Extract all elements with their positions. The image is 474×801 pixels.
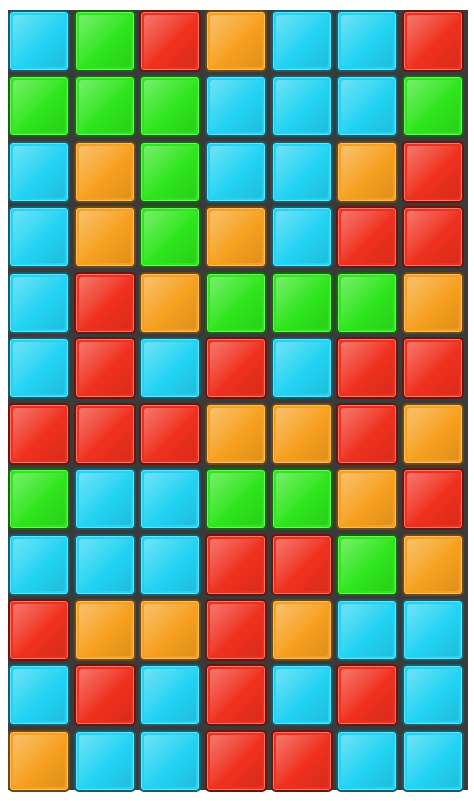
tile-blue[interactable] xyxy=(8,664,70,727)
tile-green[interactable] xyxy=(139,75,202,138)
tile-blue[interactable] xyxy=(401,729,464,792)
tile-blue[interactable] xyxy=(8,533,70,596)
tile-green[interactable] xyxy=(73,75,136,138)
tile-red[interactable] xyxy=(73,402,136,465)
tile-red[interactable] xyxy=(336,664,399,727)
tile-orange[interactable] xyxy=(336,468,399,531)
tile-green[interactable] xyxy=(8,468,70,531)
tile-blue[interactable] xyxy=(336,729,399,792)
tile-green[interactable] xyxy=(139,140,202,203)
tile-orange[interactable] xyxy=(73,140,136,203)
tile-orange[interactable] xyxy=(401,271,464,334)
tile-green[interactable] xyxy=(336,271,399,334)
tile-blue[interactable] xyxy=(270,337,333,400)
tile-green[interactable] xyxy=(270,271,333,334)
tile-orange[interactable] xyxy=(204,206,267,269)
tile-blue[interactable] xyxy=(8,10,70,72)
tile-blue[interactable] xyxy=(336,598,399,661)
tile-blue[interactable] xyxy=(139,729,202,792)
tile-blue[interactable] xyxy=(336,75,399,138)
tile-blue[interactable] xyxy=(8,271,70,334)
tile-orange[interactable] xyxy=(204,10,267,72)
tile-blue[interactable] xyxy=(139,664,202,727)
tile-red[interactable] xyxy=(336,206,399,269)
tile-red[interactable] xyxy=(139,10,202,72)
tile-green[interactable] xyxy=(8,75,70,138)
tile-orange[interactable] xyxy=(73,206,136,269)
tile-green[interactable] xyxy=(204,468,267,531)
tile-blue[interactable] xyxy=(401,598,464,661)
tile-orange[interactable] xyxy=(139,598,202,661)
tile-blue[interactable] xyxy=(139,468,202,531)
tile-blue[interactable] xyxy=(270,664,333,727)
tile-orange[interactable] xyxy=(270,598,333,661)
tile-red[interactable] xyxy=(139,402,202,465)
tile-red[interactable] xyxy=(270,729,333,792)
tile-orange[interactable] xyxy=(401,533,464,596)
tile-red[interactable] xyxy=(204,664,267,727)
tile-green[interactable] xyxy=(139,206,202,269)
tile-blue[interactable] xyxy=(270,10,333,72)
tile-green[interactable] xyxy=(336,533,399,596)
tile-green[interactable] xyxy=(73,10,136,72)
tile-blue[interactable] xyxy=(270,206,333,269)
tile-blue[interactable] xyxy=(8,206,70,269)
tile-red[interactable] xyxy=(8,402,70,465)
tile-blue[interactable] xyxy=(336,10,399,72)
tile-orange[interactable] xyxy=(270,402,333,465)
tile-orange[interactable] xyxy=(139,271,202,334)
tile-orange[interactable] xyxy=(336,140,399,203)
tile-red[interactable] xyxy=(204,598,267,661)
tile-red[interactable] xyxy=(8,598,70,661)
tile-red[interactable] xyxy=(401,206,464,269)
tile-red[interactable] xyxy=(204,729,267,792)
tile-blue[interactable] xyxy=(139,337,202,400)
tile-blue[interactable] xyxy=(401,664,464,727)
tile-red[interactable] xyxy=(204,533,267,596)
tile-green[interactable] xyxy=(270,468,333,531)
tile-red[interactable] xyxy=(401,10,464,72)
tile-red[interactable] xyxy=(204,337,267,400)
tile-blue[interactable] xyxy=(73,533,136,596)
tile-blue[interactable] xyxy=(73,729,136,792)
tile-orange[interactable] xyxy=(73,598,136,661)
tile-red[interactable] xyxy=(73,664,136,727)
tile-green[interactable] xyxy=(401,75,464,138)
tile-red[interactable] xyxy=(401,337,464,400)
tile-red[interactable] xyxy=(336,402,399,465)
tile-blue[interactable] xyxy=(270,140,333,203)
tile-blue[interactable] xyxy=(204,140,267,203)
tile-orange[interactable] xyxy=(8,729,70,792)
game-board xyxy=(8,10,468,792)
tile-green[interactable] xyxy=(204,271,267,334)
tile-blue[interactable] xyxy=(73,468,136,531)
tile-blue[interactable] xyxy=(8,140,70,203)
tile-orange[interactable] xyxy=(401,402,464,465)
tile-blue[interactable] xyxy=(139,533,202,596)
tile-red[interactable] xyxy=(336,337,399,400)
tile-red[interactable] xyxy=(401,468,464,531)
tile-red[interactable] xyxy=(73,271,136,334)
tile-blue[interactable] xyxy=(8,337,70,400)
tile-orange[interactable] xyxy=(204,402,267,465)
tile-red[interactable] xyxy=(270,533,333,596)
tile-red[interactable] xyxy=(401,140,464,203)
tile-red[interactable] xyxy=(73,337,136,400)
tile-blue[interactable] xyxy=(204,75,267,138)
tile-blue[interactable] xyxy=(270,75,333,138)
